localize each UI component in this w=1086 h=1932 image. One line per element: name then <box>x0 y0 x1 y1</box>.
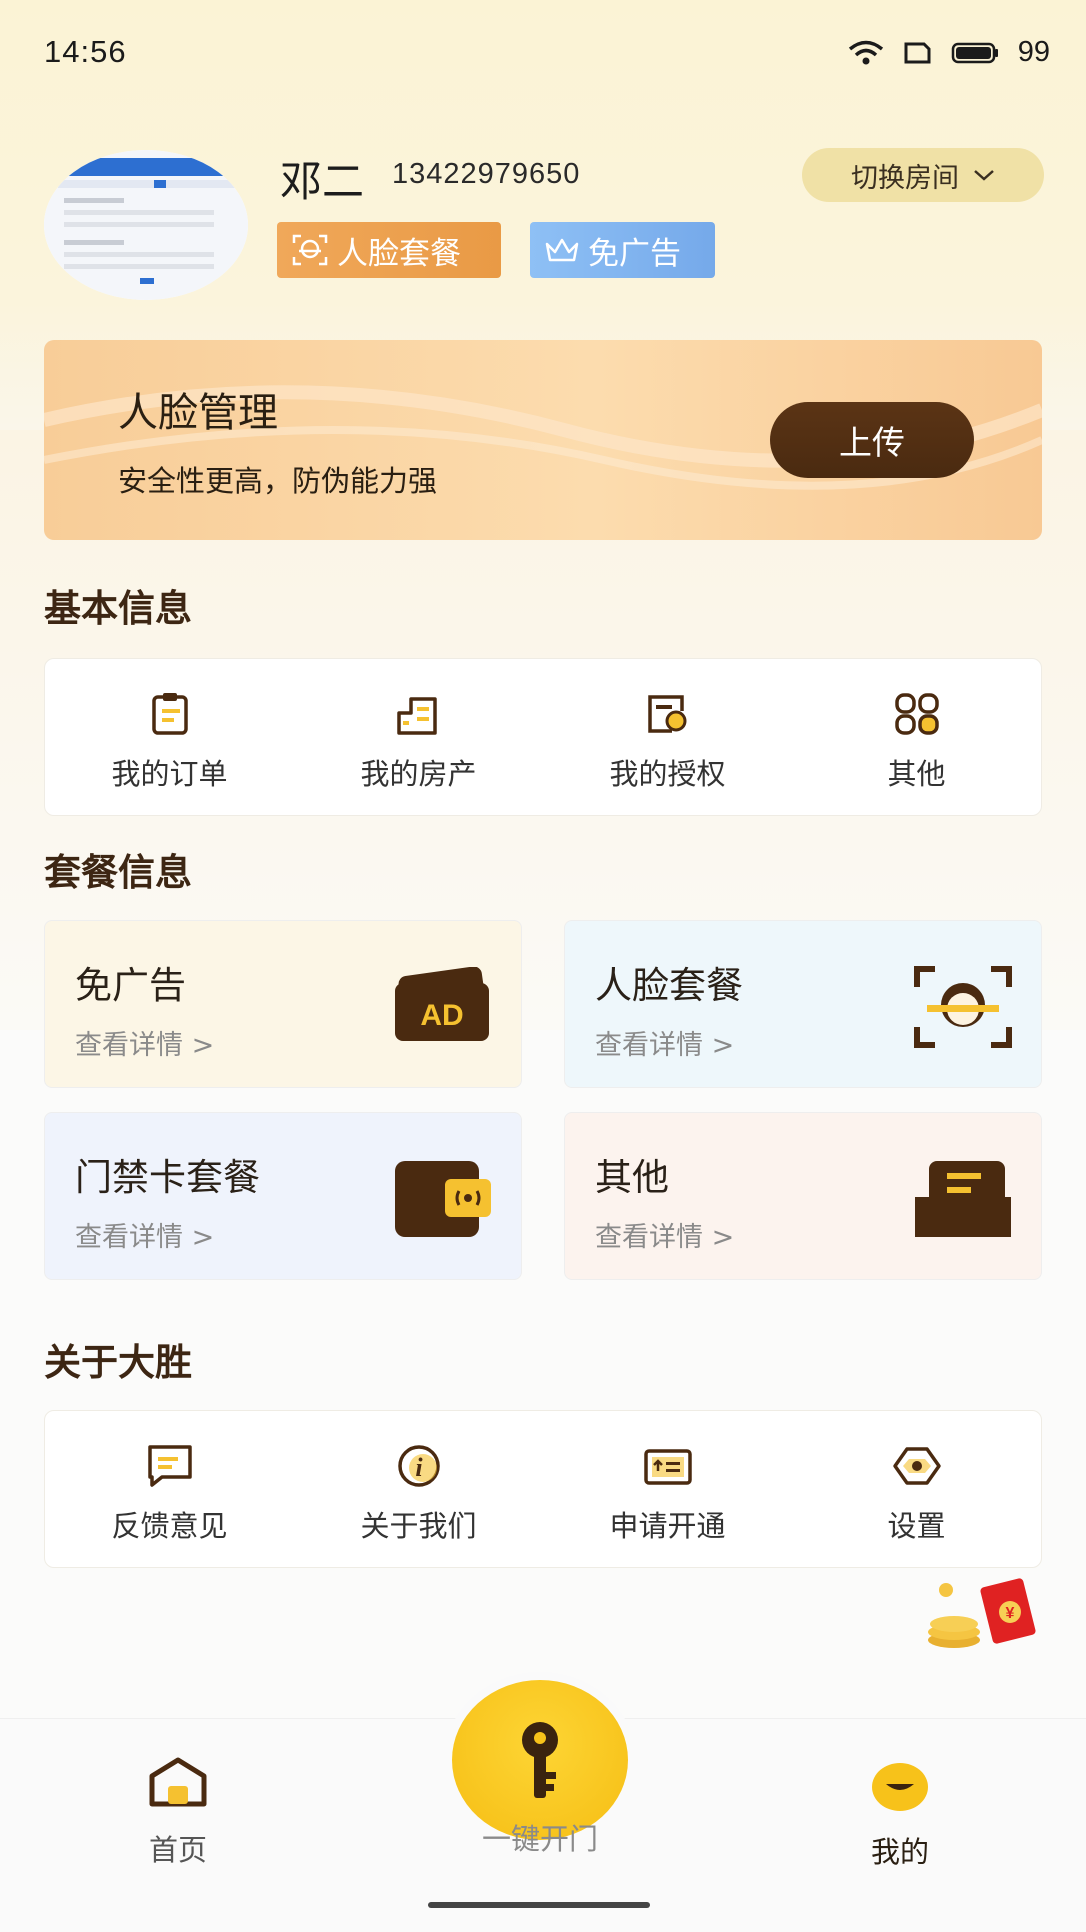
feedback-item[interactable]: 反馈意见 <box>45 1411 294 1567</box>
my-property-item[interactable]: 我的房产 <box>294 659 543 815</box>
nav-one-key-open-label[interactable]: 一键开门 <box>450 1816 630 1858</box>
grid-icon <box>894 693 939 735</box>
about-grid: 反馈意见 i 关于我们 申请开通 设置 <box>44 1410 1042 1568</box>
settings-item[interactable]: 设置 <box>792 1411 1041 1567</box>
svg-text:i: i <box>415 1453 423 1482</box>
wifi-icon <box>848 40 883 64</box>
nav-home[interactable]: 首页 <box>130 1756 226 1869</box>
ad-free-package-card[interactable]: 免广告 查看详情 > AD <box>44 920 522 1088</box>
about-us-label: 关于我们 <box>360 1509 477 1543</box>
access-card-icon <box>395 1161 491 1237</box>
settings-label: 设置 <box>887 1509 946 1543</box>
other-package-link[interactable]: 查看详情 > <box>595 1215 734 1254</box>
face-package-badge[interactable]: 人脸套餐 <box>277 222 501 278</box>
basic-info-title: 基本信息 <box>44 587 192 630</box>
package-info-title: 套餐信息 <box>44 851 192 894</box>
info-icon: i <box>397 1445 440 1487</box>
banner-title: 人脸管理 <box>118 390 278 436</box>
face-scan-icon <box>914 966 1012 1048</box>
status-bar: 14:56 99 <box>44 34 1050 74</box>
inbox-icon <box>915 1161 1011 1237</box>
my-property-label: 我的房产 <box>360 757 477 791</box>
my-orders-label: 我的订单 <box>111 757 228 791</box>
profile-smile-icon <box>872 1763 928 1811</box>
ad-free-package-title: 免广告 <box>75 964 186 1007</box>
apply-label: 申请开通 <box>609 1509 726 1543</box>
switch-room-button[interactable]: 切换房间 <box>802 148 1044 202</box>
face-package-card[interactable]: 人脸套餐 查看详情 > <box>564 920 1042 1088</box>
other-package-card[interactable]: 其他 查看详情 > <box>564 1112 1042 1280</box>
red-envelope-icon[interactable]: ¥ <box>924 1576 1048 1656</box>
sim-icon <box>904 42 931 63</box>
my-authorization-label: 我的授权 <box>609 757 726 791</box>
face-package-title: 人脸套餐 <box>595 964 743 1007</box>
crown-icon <box>545 238 579 262</box>
building-icon <box>396 697 437 735</box>
access-card-package-title: 门禁卡套餐 <box>75 1156 260 1199</box>
basic-other-item[interactable]: 其他 <box>792 659 1041 815</box>
other-package-title: 其他 <box>595 1156 669 1199</box>
chevron-down-icon <box>974 170 994 181</box>
ad-free-badge[interactable]: 免广告 <box>530 222 715 278</box>
feedback-label: 反馈意见 <box>111 1509 228 1543</box>
avatar[interactable] <box>44 150 248 300</box>
user-phone: 13422979650 <box>392 158 581 190</box>
banner-subtitle: 安全性更高，防伪能力强 <box>118 464 438 498</box>
home-icon <box>149 1757 207 1807</box>
status-time: 14:56 <box>44 34 127 69</box>
settings-icon <box>892 1447 941 1485</box>
ad-free-package-link[interactable]: 查看详情 > <box>75 1023 214 1062</box>
user-name: 邓二 <box>280 157 365 206</box>
face-management-banner: 人脸管理 安全性更高，防伪能力强 上传 <box>44 340 1042 540</box>
access-card-package-link[interactable]: 查看详情 > <box>75 1215 214 1254</box>
face-package-link[interactable]: 查看详情 > <box>595 1023 734 1062</box>
svg-text:¥: ¥ <box>1006 1605 1015 1622</box>
my-orders-item[interactable]: 我的订单 <box>45 659 294 815</box>
face-icon <box>292 234 328 266</box>
switch-room-label: 切换房间 <box>851 162 959 194</box>
home-indicator[interactable] <box>428 1902 650 1908</box>
ad-free-badge-label: 免广告 <box>588 235 681 272</box>
face-package-badge-label: 人脸套餐 <box>337 235 461 272</box>
basic-info-grid: 我的订单 我的房产 我的授权 其他 <box>44 658 1042 816</box>
apply-icon <box>643 1449 692 1485</box>
about-title: 关于大胜 <box>44 1341 192 1384</box>
key-icon <box>522 1722 558 1798</box>
certificate-icon <box>647 695 686 733</box>
apply-item[interactable]: 申请开通 <box>543 1411 792 1567</box>
access-card-package-card[interactable]: 门禁卡套餐 查看详情 > <box>44 1112 522 1280</box>
message-icon <box>147 1445 192 1487</box>
basic-other-label: 其他 <box>887 757 946 791</box>
about-us-item[interactable]: i 关于我们 <box>294 1411 543 1567</box>
nav-home-label: 首页 <box>148 1833 207 1867</box>
ad-icon: AD <box>395 967 489 1041</box>
my-authorization-item[interactable]: 我的授权 <box>543 659 792 815</box>
svg-text:AD: AD <box>420 999 463 1032</box>
battery-icon <box>951 42 998 63</box>
clipboard-icon <box>151 693 188 735</box>
upload-button[interactable]: 上传 <box>770 402 974 478</box>
battery-level: 99 <box>1017 36 1050 68</box>
nav-mine[interactable]: 我的 <box>852 1762 948 1871</box>
nav-mine-label: 我的 <box>870 1835 929 1869</box>
